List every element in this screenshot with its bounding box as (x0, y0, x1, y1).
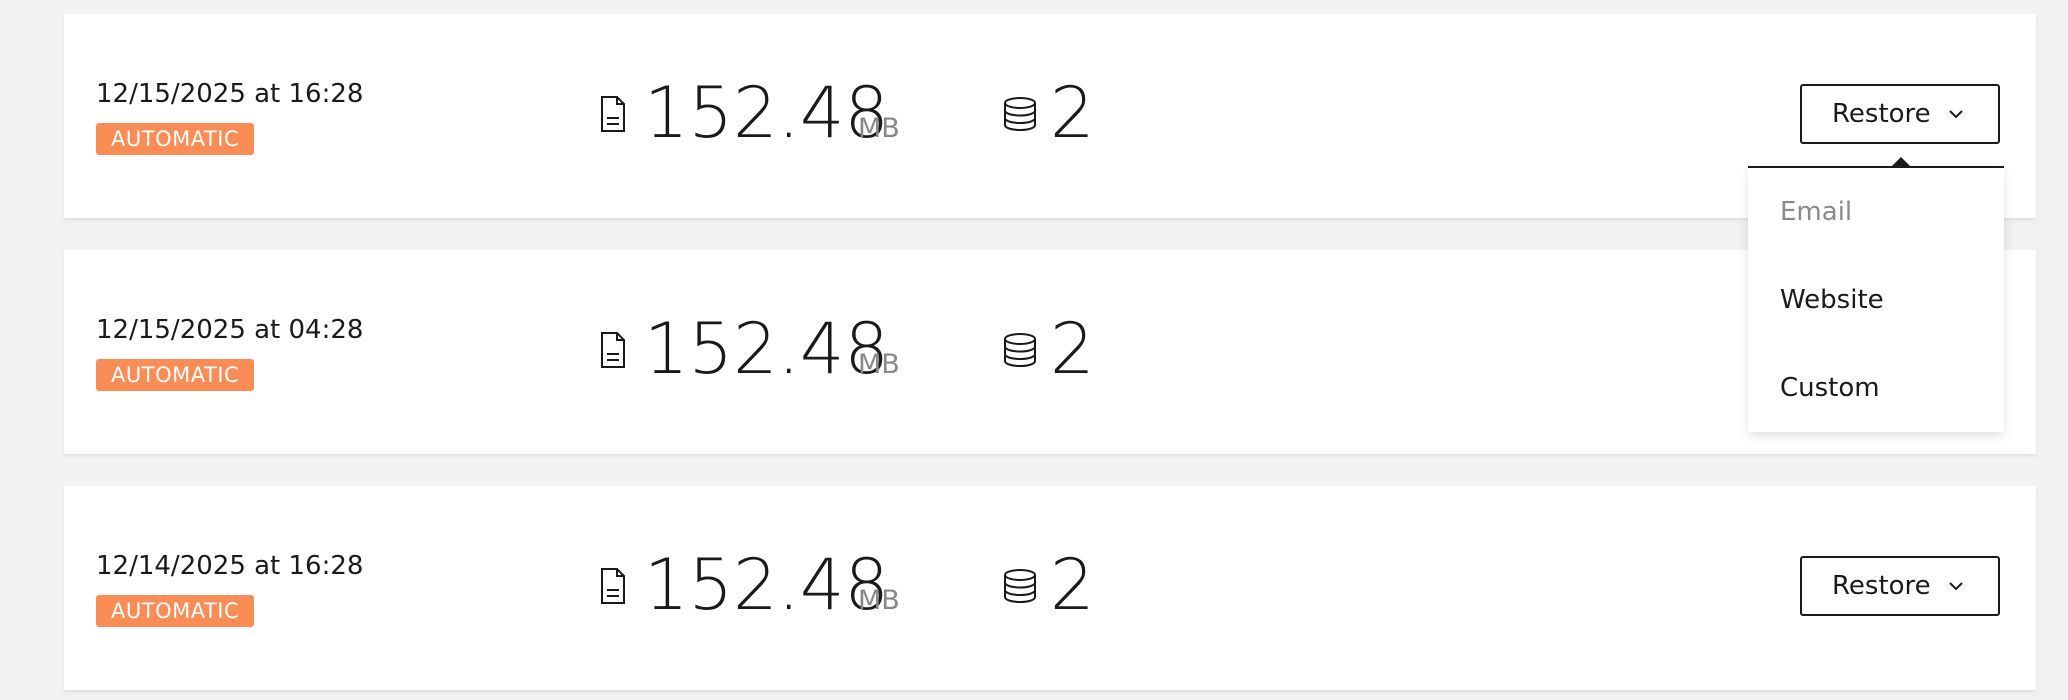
restore-option-custom[interactable]: Custom (1748, 344, 2004, 432)
restore-button[interactable]: Restore (1800, 556, 2000, 616)
backup-type-badge: AUTOMATIC (96, 595, 255, 627)
restore-option-email: Email (1780, 197, 1853, 227)
backup-row: 12/15/2025 at 16:28 AUTOMATIC 152.48 MB … (64, 14, 2036, 218)
file-document-icon (601, 568, 625, 604)
restore-button-label: Restore (1832, 571, 1931, 601)
backup-row: 12/14/2025 at 16:28 AUTOMATIC 152.48 MB … (64, 486, 2036, 690)
backup-date: 12/15/2025 at 16:28 (96, 79, 364, 109)
backup-size-unit: MB (858, 113, 900, 144)
backup-date: 12/15/2025 at 04:28 (96, 315, 364, 345)
backup-row: 12/15/2025 at 04:28 AUTOMATIC 152.48 MB … (64, 250, 2036, 454)
backup-size-unit: MB (858, 585, 900, 616)
restore-button[interactable]: Restore (1800, 84, 2000, 144)
chevron-down-icon (1949, 110, 1963, 119)
backup-size-value: 152.48 (644, 72, 889, 154)
backup-type-badge: AUTOMATIC (96, 359, 255, 391)
database-count: 2 (1050, 72, 1095, 154)
database-count: 2 (1050, 308, 1095, 390)
file-document-icon (601, 96, 625, 132)
restore-button-label: Restore (1832, 99, 1931, 129)
backup-size-value: 152.48 (644, 308, 889, 390)
file-document-icon (601, 332, 625, 368)
chevron-down-icon (1949, 582, 1963, 591)
backup-type-badge: AUTOMATIC (96, 123, 255, 155)
restore-option-website[interactable]: Website (1748, 256, 2004, 344)
backup-date: 12/14/2025 at 16:28 (96, 551, 364, 581)
backup-size-unit: MB (858, 349, 900, 380)
database-icon (1004, 333, 1036, 368)
database-count: 2 (1050, 544, 1095, 626)
restore-dropdown-menu: Email Website Custom (1748, 166, 2004, 432)
database-icon (1004, 97, 1036, 132)
backup-size-value: 152.48 (644, 544, 889, 626)
database-icon (1004, 569, 1036, 604)
